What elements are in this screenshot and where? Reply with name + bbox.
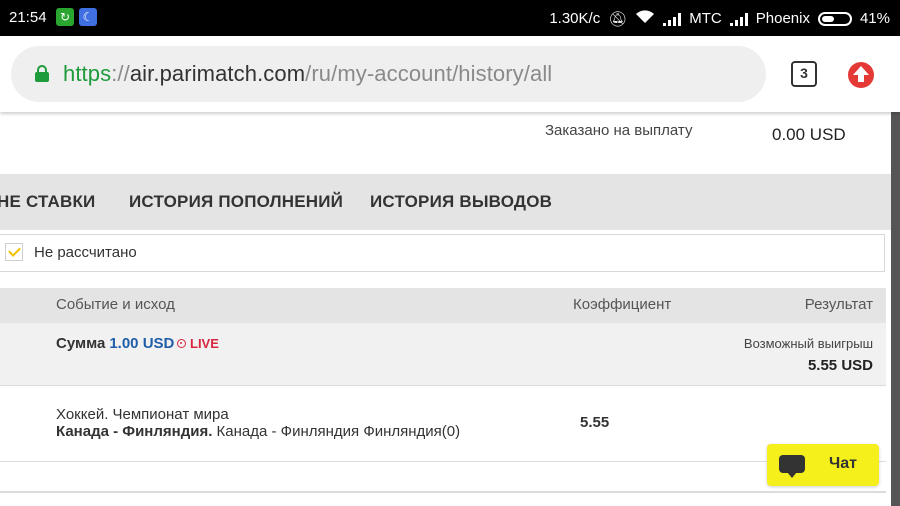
update-arrow-icon[interactable] (848, 62, 874, 88)
checkmark-icon (8, 244, 21, 257)
battery-percent: 41% (859, 10, 890, 27)
network-speed: 1.30K/c (549, 10, 601, 27)
stake-amount: 1.00 USD (109, 335, 175, 352)
clock: 21:54 (9, 9, 47, 26)
lock-icon[interactable] (35, 65, 49, 82)
tab-withdrawal-history[interactable]: ИСТОРИЯ ВЫВОДОВ (370, 192, 552, 212)
payout-value: 0.00 USD (772, 125, 846, 144)
battery-icon (817, 11, 852, 26)
tab-bets[interactable]: НЕ СТАВКИ (0, 192, 95, 212)
url-text[interactable]: https://air.parimatch.com/ru/my-account/… (63, 61, 552, 87)
live-badge: LIVE (177, 336, 219, 351)
unsettled-filter: Не рассчитано (0, 234, 885, 272)
status-bar: 21:54 ↻ ☾ 1.30K/c 🔕︎ МТС Phoenix 41% (0, 0, 900, 36)
scroll-edge (891, 112, 900, 506)
history-tabs: НЕ СТАВКИ ИСТОРИЯ ПОПОЛНЕНИЙ ИСТОРИЯ ВЫВ… (0, 174, 891, 230)
chat-label: Чат (829, 455, 857, 472)
mute-icon: 🔕︎ (608, 10, 628, 28)
wifi-icon (635, 9, 655, 28)
divider (0, 491, 886, 493)
tab-deposit-history[interactable]: ИСТОРИЯ ПОПОЛНЕНИЙ (129, 192, 343, 212)
live-icon (177, 339, 186, 348)
unsettled-label[interactable]: Не рассчитано (34, 244, 137, 261)
signal-icon-2 (729, 12, 748, 26)
column-event: Событие и исход (56, 296, 175, 313)
payout-label: Заказано на выплату (545, 122, 693, 139)
signal-icon-1 (663, 12, 682, 26)
unsettled-checkbox[interactable] (5, 243, 23, 261)
event-odds: 5.55 (580, 414, 610, 431)
carrier-1: МТС (689, 10, 722, 27)
possible-win-value: 5.55 USD (807, 357, 873, 374)
column-odds: Коэффициент (573, 296, 672, 313)
tab-switcher-button[interactable]: 3 (791, 61, 817, 87)
refresh-app-icon: ↻ (56, 8, 74, 26)
moon-app-icon: ☾ (79, 8, 97, 26)
browser-toolbar: https://air.parimatch.com/ru/my-account/… (0, 36, 900, 112)
possible-win-label: Возможный выигрыш (743, 336, 873, 351)
event-sport: Хоккей. Чемпионат мира (56, 406, 229, 423)
chat-bubble-icon (779, 455, 805, 478)
event-selection: Канада - Финляндия. Канада - Финляндия Ф… (56, 423, 461, 440)
chat-button[interactable]: Чат (767, 444, 879, 486)
table-header: Событие и исход Коэффициент Результат (0, 288, 886, 323)
bet-row[interactable]: Сумма 1.00 USD LIVE Возможный выигрыш 5.5… (0, 323, 886, 386)
address-bar[interactable]: https://air.parimatch.com/ru/my-account/… (11, 46, 766, 102)
stake: Сумма 1.00 USD (56, 335, 175, 352)
event-row[interactable]: Хоккей. Чемпионат мира Канада - Финлянди… (0, 386, 886, 462)
column-result: Результат (804, 296, 873, 313)
carrier-2: Phoenix (755, 10, 810, 27)
